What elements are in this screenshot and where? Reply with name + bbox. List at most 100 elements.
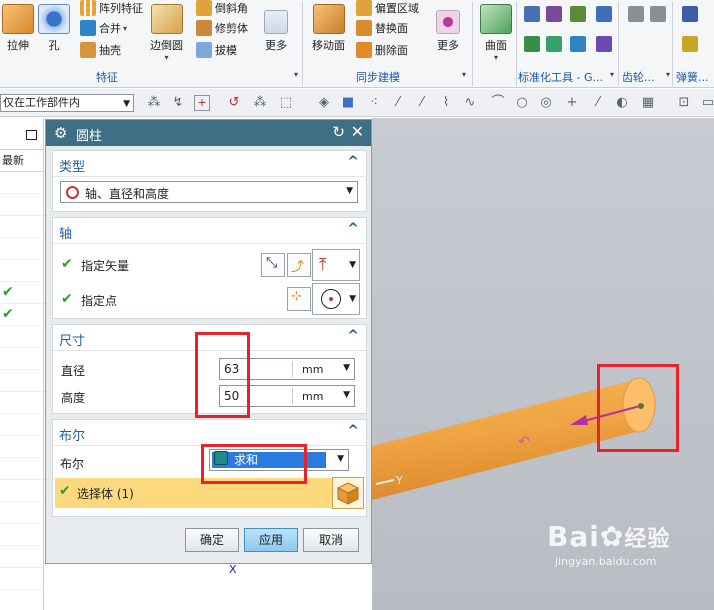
boolean-section-header[interactable]: 布尔 ^ xyxy=(53,420,366,446)
plus-icon[interactable]: + xyxy=(564,95,580,111)
box-select-icon[interactable]: ⬚ xyxy=(278,95,294,111)
point-dialog-button[interactable]: ⊹ xyxy=(287,287,311,311)
table-row[interactable] xyxy=(0,524,43,546)
delete-face-button[interactable]: 删除面 xyxy=(356,42,408,58)
snap-icon[interactable]: ⁖ xyxy=(366,95,382,111)
cancel-button[interactable]: 取消 xyxy=(303,528,359,552)
close-icon[interactable]: ✕ xyxy=(351,122,364,141)
chevron-down-icon[interactable]: ▼ xyxy=(343,390,350,400)
chevron-down-icon[interactable]: ▼ xyxy=(343,363,350,373)
vector-dialog-button[interactable]: ⤴ xyxy=(287,253,311,277)
standard-tool-icon[interactable] xyxy=(596,6,612,22)
table-row[interactable] xyxy=(0,546,43,568)
arc-icon[interactable]: ⌒ xyxy=(490,95,506,111)
reverse-direction-button[interactable]: ⤡ xyxy=(261,253,285,277)
table-row[interactable] xyxy=(0,414,43,436)
collapse-icon[interactable]: ^ xyxy=(347,154,359,170)
line-icon[interactable]: ⁄ xyxy=(414,95,430,111)
line-icon[interactable]: ⁄ xyxy=(390,95,406,111)
surface-button[interactable]: 曲面 ▾ xyxy=(480,4,512,62)
chevron-down-icon[interactable]: ▾ xyxy=(294,70,298,79)
standard-tool-icon[interactable] xyxy=(570,6,586,22)
selection-scope-dropdown[interactable]: 仅在工作部件内 ▼ xyxy=(0,94,134,112)
view-icon[interactable]: ▭ xyxy=(700,95,714,111)
curve-icon[interactable]: ∿ xyxy=(462,95,478,111)
snap-icon[interactable]: ↯ xyxy=(170,95,186,111)
table-row[interactable] xyxy=(0,348,43,370)
table-row[interactable]: ✔ xyxy=(0,282,43,304)
maximize-icon[interactable] xyxy=(26,130,37,140)
cube-icon[interactable]: ■ xyxy=(340,95,356,111)
standard-tool-icon[interactable] xyxy=(570,36,586,52)
table-row[interactable] xyxy=(0,436,43,458)
table-row[interactable] xyxy=(0,458,43,480)
hole-button[interactable]: 孔 xyxy=(38,4,70,53)
offset-region-button[interactable]: 偏置区域 xyxy=(356,0,419,16)
snap-icon[interactable]: ⁂ xyxy=(252,95,268,111)
table-row[interactable] xyxy=(0,238,43,260)
grid-icon[interactable]: ▦ xyxy=(640,95,656,111)
axis-section-header[interactable]: 轴 ^ xyxy=(53,218,366,244)
more-sync-button[interactable]: 更多 xyxy=(436,4,460,53)
unite-button[interactable]: 合并 ▾ xyxy=(80,20,127,36)
spring-tool-icon[interactable] xyxy=(682,6,698,22)
chevron-down-icon[interactable]: ▾ xyxy=(666,70,670,79)
standard-tool-icon[interactable] xyxy=(524,6,540,22)
collapse-icon[interactable]: ^ xyxy=(347,423,359,439)
chevron-down-icon[interactable]: ▾ xyxy=(610,70,614,79)
move-face-button[interactable]: 移动面 xyxy=(312,4,345,53)
circle-icon[interactable]: ○ xyxy=(514,95,530,111)
table-row[interactable] xyxy=(0,568,43,590)
vector-options-button[interactable]: ⤒ ▼ xyxy=(312,249,360,281)
chevron-down-icon[interactable]: ▾ xyxy=(462,70,466,79)
dialog-titlebar[interactable]: ⚙ 圆柱 ↻ ✕ xyxy=(46,120,371,146)
collapse-icon[interactable]: ^ xyxy=(347,328,359,344)
table-row[interactable] xyxy=(0,370,43,392)
standard-tool-icon[interactable] xyxy=(596,36,612,52)
shell-button[interactable]: 抽壳 xyxy=(80,42,121,58)
edge-blend-button[interactable]: 边倒圆 ▾ xyxy=(150,4,183,62)
pattern-feature-button[interactable]: 阵列特征 xyxy=(80,0,143,16)
table-row[interactable] xyxy=(0,172,43,194)
table-row[interactable] xyxy=(0,480,43,502)
spring-tool-icon[interactable] xyxy=(682,36,698,52)
table-row[interactable] xyxy=(0,590,43,610)
gear-tool-icon[interactable] xyxy=(628,6,644,22)
line-icon[interactable]: ⁄ xyxy=(590,95,606,111)
standard-tool-icon[interactable] xyxy=(524,36,540,52)
table-row[interactable] xyxy=(0,326,43,348)
circle-center-icon[interactable]: ◎ xyxy=(538,95,554,111)
table-row[interactable] xyxy=(0,392,43,414)
standard-tool-icon[interactable] xyxy=(546,6,562,22)
table-row[interactable] xyxy=(0,502,43,524)
apply-button[interactable]: 应用 xyxy=(244,528,298,552)
select-body-button[interactable] xyxy=(332,477,364,509)
collapse-icon[interactable]: ^ xyxy=(347,221,359,237)
table-row[interactable] xyxy=(0,216,43,238)
draft-button[interactable]: 拔模 xyxy=(196,42,237,58)
replace-face-button[interactable]: 替换面 xyxy=(356,20,408,36)
more-feature-button[interactable]: 更多 xyxy=(264,4,288,53)
table-row[interactable]: ✔ xyxy=(0,304,43,326)
view-icon[interactable]: ⊡ xyxy=(676,95,692,111)
gear-tool-icon[interactable] xyxy=(650,6,666,22)
table-row[interactable] xyxy=(0,260,43,282)
point-snap-icon[interactable]: + xyxy=(194,95,210,111)
chamfer-button[interactable]: 倒斜角 xyxy=(196,0,248,16)
point-icon[interactable]: ◐ xyxy=(614,95,630,111)
gear-icon[interactable]: ⚙ xyxy=(54,124,67,142)
reset-icon[interactable]: ↻ xyxy=(332,123,345,141)
ok-button[interactable]: 确定 xyxy=(185,528,239,552)
point-options-button[interactable]: ▼ xyxy=(312,283,360,315)
column-header-latest[interactable]: 最新 xyxy=(0,150,43,172)
cube-icon[interactable]: ◈ xyxy=(316,95,332,111)
cylinder-type-dropdown[interactable]: 轴、直径和高度 ▼ xyxy=(60,181,358,203)
curve-icon[interactable]: ⌇ xyxy=(438,95,454,111)
snap-icon[interactable]: ↺ xyxy=(226,95,242,111)
table-row[interactable] xyxy=(0,194,43,216)
snap-icon[interactable]: ⁂ xyxy=(146,95,162,111)
extrude-button[interactable]: 拉伸 xyxy=(2,4,34,53)
type-section-header[interactable]: 类型 ^ xyxy=(53,151,366,177)
trim-body-button[interactable]: 修剪体 xyxy=(196,20,248,36)
standard-tool-icon[interactable] xyxy=(546,36,562,52)
